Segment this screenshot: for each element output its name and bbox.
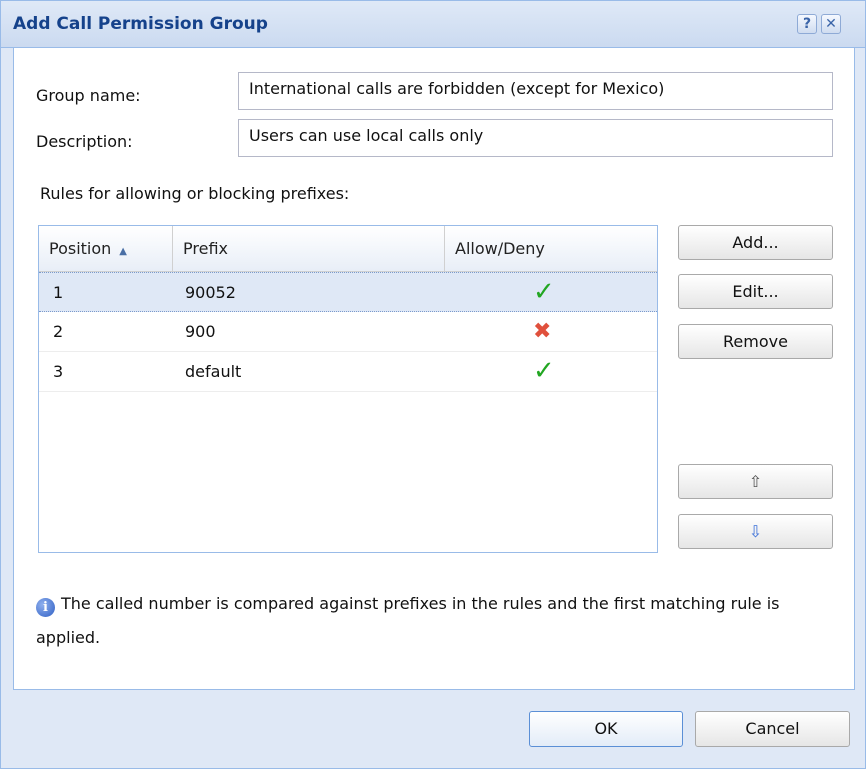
arrow-up-icon: ⇧ bbox=[748, 472, 763, 491]
row-position: 2 bbox=[53, 322, 64, 341]
table-row[interactable]: 1 90052 ✓ bbox=[39, 272, 657, 312]
check-icon: ✓ bbox=[533, 277, 555, 307]
help-icon[interactable]: ? bbox=[797, 14, 817, 34]
row-prefix: 90052 bbox=[185, 283, 236, 302]
column-header-position[interactable]: Position ▲ bbox=[39, 226, 173, 271]
column-header-allow-deny[interactable]: Allow/Deny bbox=[445, 226, 657, 271]
group-name-field[interactable]: International calls are forbidden (excep… bbox=[238, 72, 833, 110]
add-button[interactable]: Add... bbox=[678, 225, 833, 260]
check-icon: ✓ bbox=[533, 356, 555, 386]
info-note: i The called number is compared against p… bbox=[36, 587, 836, 655]
move-down-button[interactable]: ⇩ bbox=[678, 514, 833, 549]
description-field[interactable]: Users can use local calls only bbox=[238, 119, 833, 157]
info-text: The called number is compared against pr… bbox=[36, 594, 780, 647]
ok-button[interactable]: OK bbox=[529, 711, 683, 747]
sort-ascending-icon: ▲ bbox=[119, 246, 127, 257]
row-prefix: default bbox=[185, 362, 242, 381]
cross-icon: ✖ bbox=[533, 319, 552, 344]
close-icon[interactable]: ✕ bbox=[821, 14, 841, 34]
rules-label: Rules for allowing or blocking prefixes: bbox=[40, 184, 350, 203]
cancel-button[interactable]: Cancel bbox=[695, 711, 850, 747]
remove-button[interactable]: Remove bbox=[678, 324, 833, 359]
description-label: Description: bbox=[36, 132, 133, 151]
column-header-position-label: Position bbox=[49, 239, 112, 258]
dialog-titlebar: Add Call Permission Group ? ✕ bbox=[1, 1, 865, 48]
add-call-permission-group-dialog: Add Call Permission Group ? ✕ Group name… bbox=[0, 0, 866, 769]
table-row[interactable]: 3 default ✓ bbox=[39, 352, 657, 392]
move-up-button[interactable]: ⇧ bbox=[678, 464, 833, 499]
row-position: 3 bbox=[53, 362, 64, 381]
arrow-down-icon: ⇩ bbox=[748, 522, 763, 541]
dialog-body: Group name: International calls are forb… bbox=[13, 48, 855, 690]
row-prefix: 900 bbox=[185, 322, 216, 341]
group-name-label: Group name: bbox=[36, 86, 141, 105]
grid-header: Position ▲ Prefix Allow/Deny bbox=[39, 226, 657, 272]
rules-grid: Position ▲ Prefix Allow/Deny 1 90052 ✓ 2 … bbox=[38, 225, 658, 553]
table-row[interactable]: 2 900 ✖ bbox=[39, 312, 657, 352]
dialog-title: Add Call Permission Group bbox=[13, 14, 268, 34]
column-header-prefix[interactable]: Prefix bbox=[173, 226, 445, 271]
row-position: 1 bbox=[53, 283, 64, 302]
info-icon: i bbox=[36, 598, 55, 617]
edit-button[interactable]: Edit... bbox=[678, 274, 833, 309]
